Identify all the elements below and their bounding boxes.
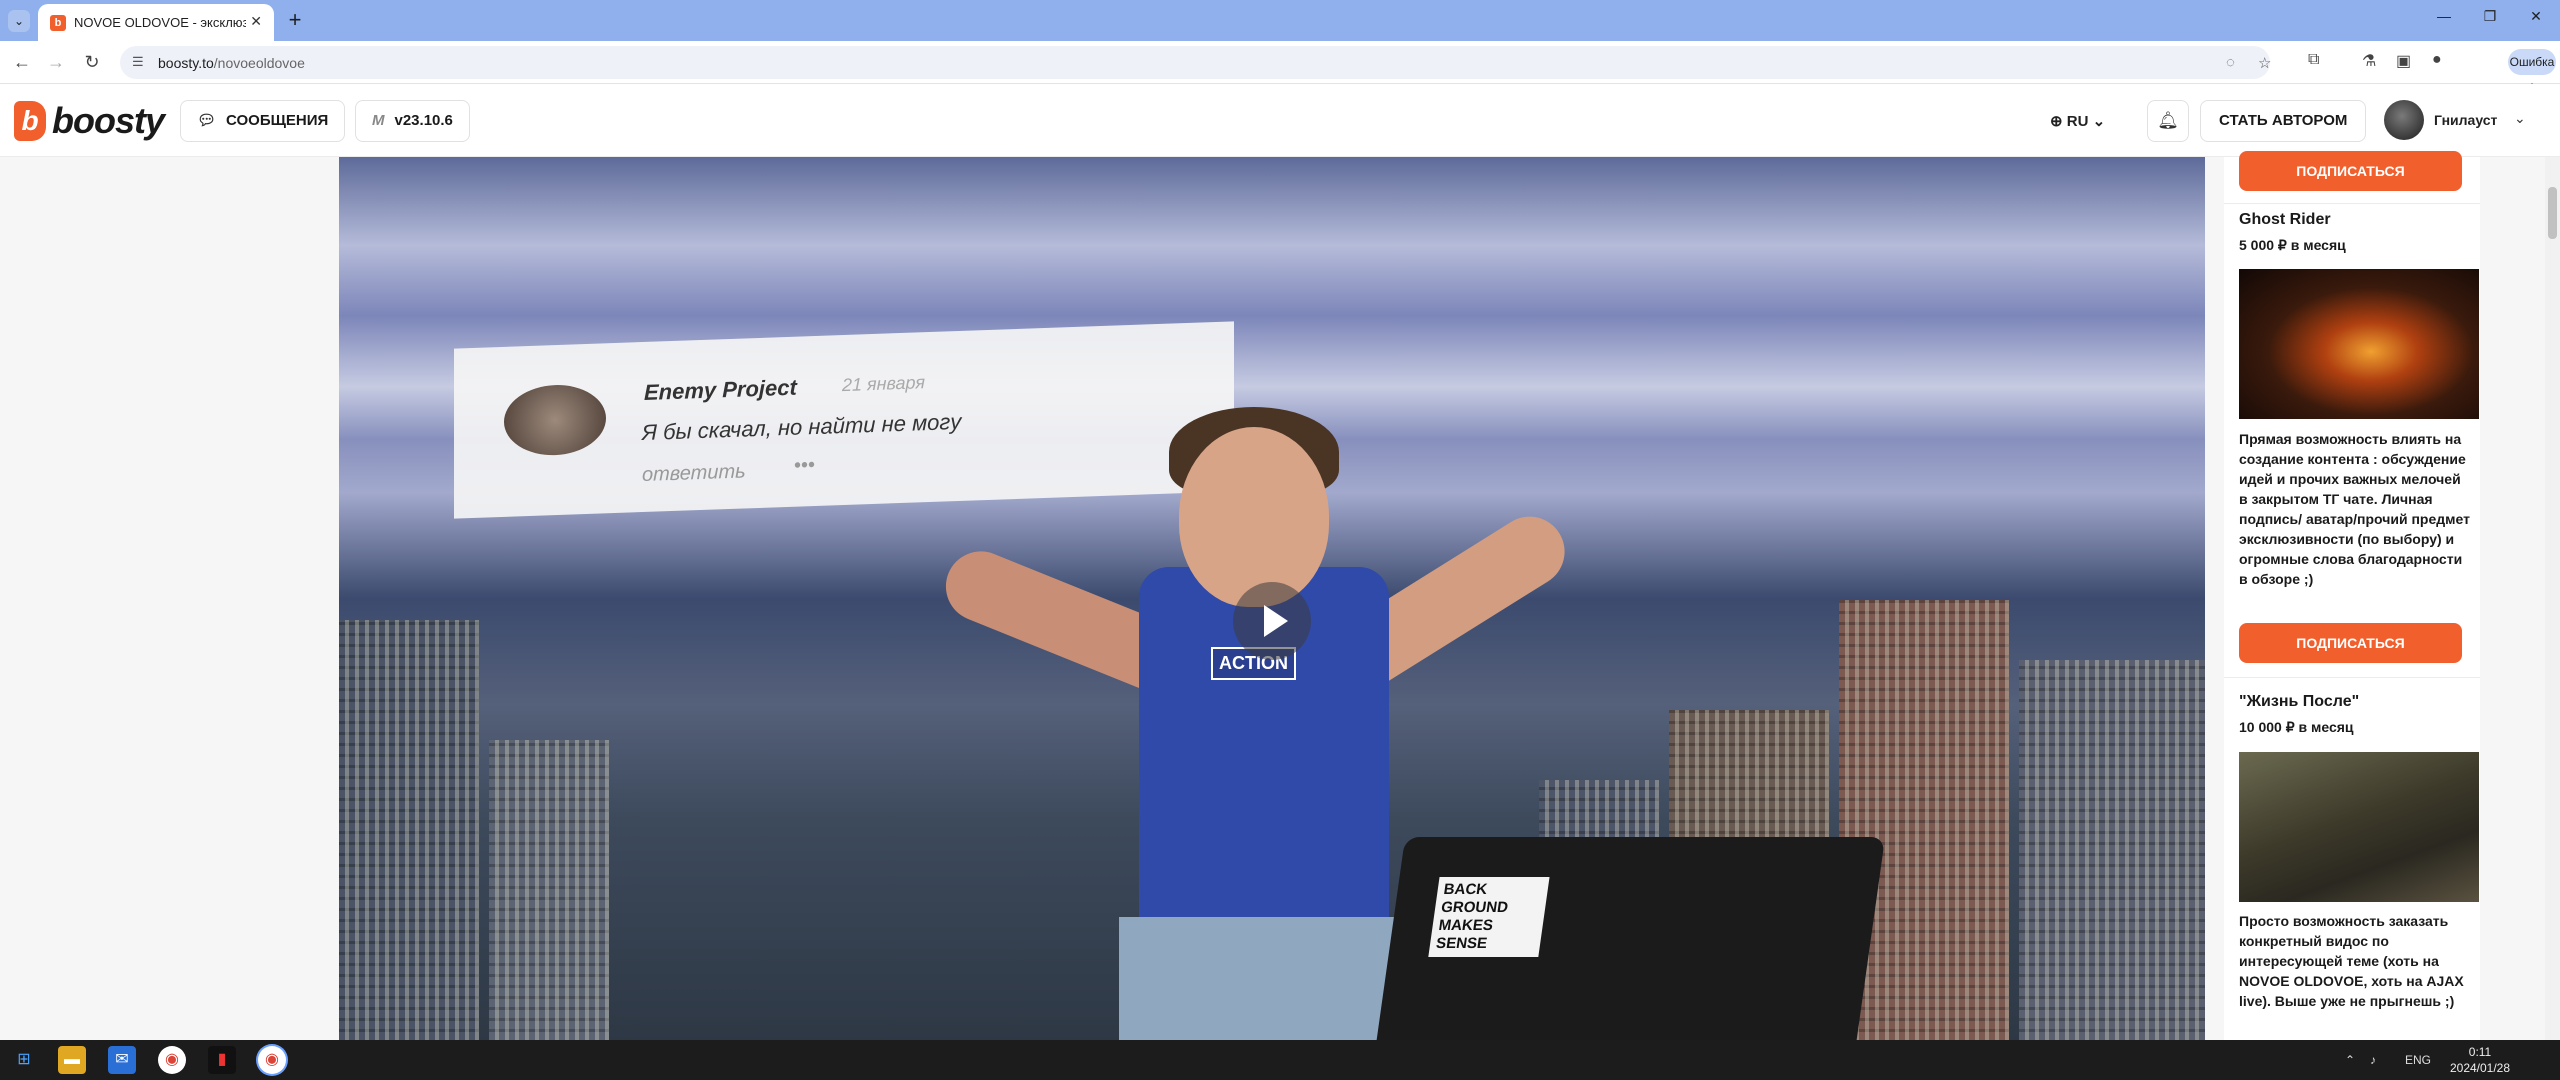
file-explorer-icon[interactable]: ▬ xyxy=(58,1046,86,1074)
boosty-logo-icon: b xyxy=(14,101,46,141)
browser-toolbar: ← → ↻ ☰ boosty.to/novoeoldovoe ◌ ☆ ⧉ ⚗ ▣… xyxy=(0,41,2560,95)
laptop: BACK GROUND MAKES SENSE xyxy=(1372,837,1886,1040)
page-scrollbar[interactable] xyxy=(2545,157,2560,1040)
avatar xyxy=(2384,100,2424,140)
messages-button[interactable]: 💬︎ СООБЩЕНИЯ xyxy=(180,100,346,142)
globe-icon: ⊕ xyxy=(2050,113,2063,130)
side-panel-icon[interactable]: ▣ xyxy=(2396,51,2411,71)
comment-avatar xyxy=(504,383,606,457)
restore-icon[interactable]: ❐ xyxy=(2470,8,2510,25)
close-window-icon[interactable]: ✕ xyxy=(2516,8,2556,25)
tier-title: "Жизнь После" xyxy=(2239,693,2360,710)
city-building xyxy=(339,620,479,1040)
eye-off-icon[interactable]: ◌ xyxy=(2226,54,2235,71)
mail-icon[interactable]: ✉ xyxy=(108,1046,136,1074)
tab-search-chevron-icon[interactable]: ⌄ xyxy=(8,10,30,32)
back-icon[interactable]: ← xyxy=(10,50,34,74)
presenter-shorts xyxy=(1119,917,1419,1040)
error-menu-button[interactable]: Ошибка ⋮ xyxy=(2508,49,2556,95)
subscribe-button[interactable]: ПОДПИСАТЬСЯ xyxy=(2239,623,2462,663)
browser-tab[interactable]: b NOVOE OLDOVOE - эксклюзи ✕ xyxy=(38,4,274,41)
tier-image xyxy=(2239,269,2479,419)
new-tab-icon[interactable]: + xyxy=(282,8,308,34)
tray-sound-icon[interactable]: ♪ xyxy=(2370,1053,2376,1067)
language-selector[interactable]: ⊕ RU ⌄ xyxy=(2050,112,2105,130)
site-info-icon[interactable]: ☰ xyxy=(132,54,144,70)
tray-chevron-icon[interactable]: ⌃ xyxy=(2345,1053,2355,1067)
tab-close-icon[interactable]: ✕ xyxy=(250,13,262,30)
lab-flask-icon[interactable]: ⚗ xyxy=(2362,51,2376,71)
city-building xyxy=(2019,660,2205,1040)
presenter-head xyxy=(1179,427,1329,607)
subscription-sidebar: ПОДПИСАТЬСЯ Ghost Rider 5 000 ₽ в месяц … xyxy=(2224,151,2480,1040)
play-button[interactable] xyxy=(1233,582,1311,660)
forward-icon[interactable]: → xyxy=(44,50,68,74)
tier-description: Прямая возможность влиять на создание ко… xyxy=(2239,431,2470,587)
bookmark-star-icon[interactable]: ☆ xyxy=(2258,54,2271,72)
subscribe-button[interactable]: ПОДПИСАТЬСЯ xyxy=(2239,151,2462,191)
reload-icon[interactable]: ↻ xyxy=(80,50,104,74)
tier-price: 5 000 ₽ в месяц xyxy=(2239,237,2346,253)
video-player[interactable]: Enemy Project 21 января Я бы скачал, но … xyxy=(339,157,2205,1040)
address-bar[interactable]: ☰ boosty.to/novoeoldovoe ◌ ☆ xyxy=(120,46,2271,79)
profile-icon[interactable]: ● xyxy=(2432,51,2442,69)
boosty-logo[interactable]: b boosty xyxy=(14,100,165,142)
app-icon[interactable]: ▮ xyxy=(208,1046,236,1074)
divider xyxy=(2224,677,2480,678)
tier-price: 10 000 ₽ в месяц xyxy=(2239,719,2354,735)
m-logo-icon: M xyxy=(372,112,385,129)
windows-start-icon[interactable]: ⊞ xyxy=(10,1046,38,1074)
browser-tabbar: ⌄ b NOVOE OLDOVOE - эксклюзи ✕ + — ❐ ✕ xyxy=(0,0,2560,41)
input-language[interactable]: ENG xyxy=(2405,1053,2431,1067)
user-chevron-down-icon: ⌄ xyxy=(2514,110,2526,126)
tier-image xyxy=(2239,752,2479,902)
notifications-bell-icon[interactable]: 🔔︎ xyxy=(2147,100,2189,142)
chevron-down-icon: ⌄ xyxy=(2092,113,2106,130)
chrome-icon[interactable]: ◉ xyxy=(158,1046,186,1074)
tab-title: NOVOE OLDOVOE - эксклюзи xyxy=(74,15,246,30)
divider xyxy=(2224,203,2480,204)
city-building xyxy=(489,740,609,1040)
become-author-button[interactable]: СТАТЬ АВТОРОМ xyxy=(2200,100,2367,142)
page-content: Enemy Project 21 января Я бы скачал, но … xyxy=(0,151,2560,1040)
windows-taskbar: ⊞ ▬ ✉ ◉ ▮ ◉ ⌃ ♪ ENG 0:11 2024/01/28 xyxy=(0,1040,2560,1080)
version-button[interactable]: Mv23.10.6 xyxy=(355,100,470,142)
chat-bubble-icon: 💬︎ xyxy=(197,112,217,129)
taskbar-clock[interactable]: 0:11 2024/01/28 xyxy=(2440,1044,2520,1076)
tier-description: Просто возможность заказать конкретный в… xyxy=(2239,913,2464,1009)
extensions-icon[interactable]: ⧉ xyxy=(2308,51,2319,69)
site-header: b boosty 💬︎ СООБЩЕНИЯ Mv23.10.6 ⊕ RU ⌄ 🔔︎ … xyxy=(0,84,2560,157)
scroll-thumb[interactable] xyxy=(2548,187,2557,239)
tier-title: Ghost Rider xyxy=(2239,211,2331,228)
minimize-icon[interactable]: — xyxy=(2424,8,2464,24)
chrome-active-icon[interactable]: ◉ xyxy=(258,1046,286,1074)
boosty-favicon-icon: b xyxy=(50,15,66,31)
url-text: boosty.to/novoeoldovoe xyxy=(158,55,305,71)
